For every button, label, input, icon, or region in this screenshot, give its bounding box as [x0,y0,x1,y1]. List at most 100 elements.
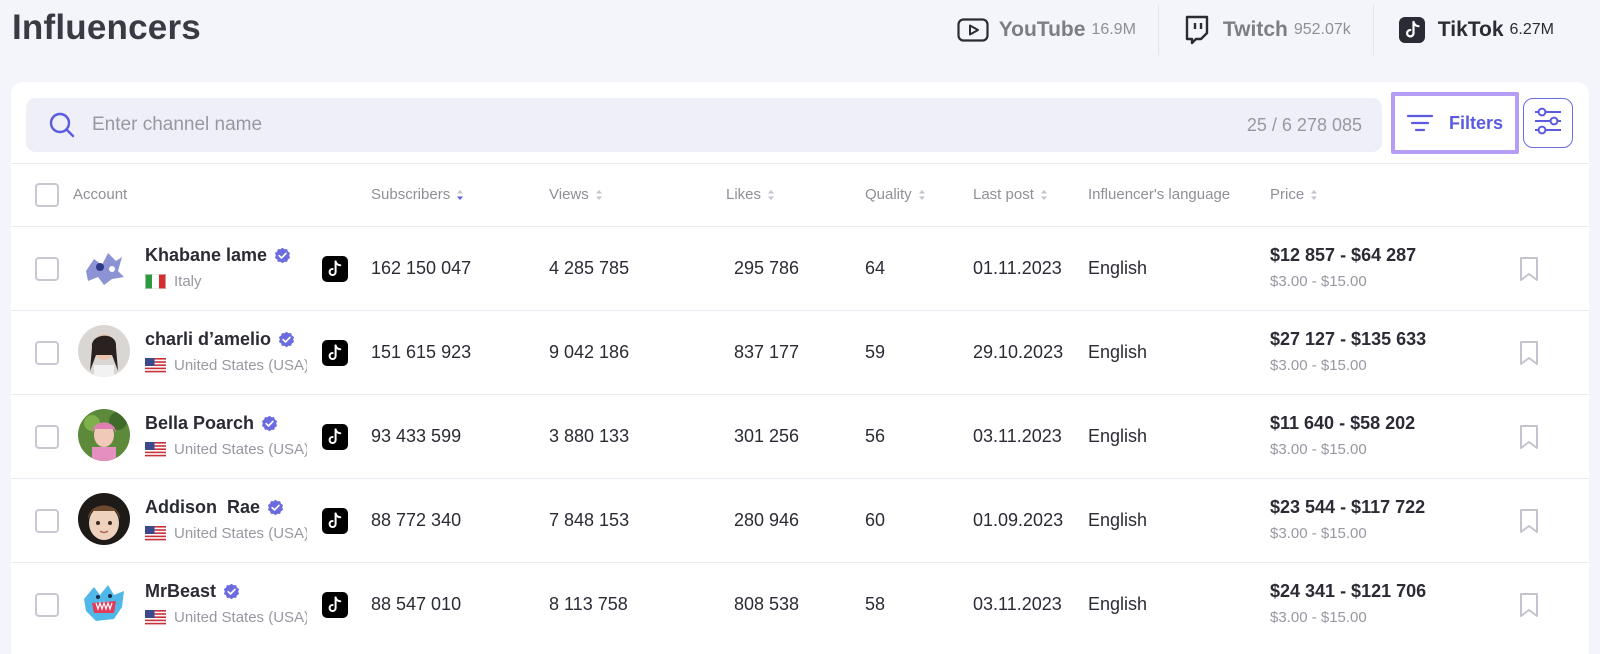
tiktok-icon [322,592,348,618]
sort-icon [595,189,602,200]
account-name[interactable]: Bella Poarch [145,413,278,434]
platform-youtube[interactable]: YouTube 16.9M [935,5,1158,55]
verified-badge-icon [267,499,284,516]
row-checkbox[interactable] [35,593,59,617]
country-text: United States (USA) [174,525,307,542]
views-value: 9 042 186 [549,342,630,362]
table-row[interactable]: Bella Poarch United States (USA) 93 433 … [11,394,1589,478]
search-icon [48,111,76,139]
sliders-icon [1533,107,1563,140]
row-checkbox[interactable] [35,341,59,365]
price-range: $12 857 - $64 287 [1270,245,1417,265]
country-text: Italy [174,273,202,290]
account-name[interactable]: Addison Rae [145,497,284,518]
account-name[interactable]: charli d’amelio [145,329,295,350]
country-text: United States (USA) [174,357,307,374]
price-range: $11 640 - $58 202 [1270,413,1416,433]
usa-flag-icon [145,442,166,457]
price-per-post: $3.00 - $15.00 [1270,273,1367,290]
last-post-value: 03.11.2023 [973,594,1062,614]
account-country: United States (USA) [145,441,307,458]
price-per-post: $3.00 - $15.00 [1270,357,1367,374]
bookmark-icon[interactable] [1518,256,1540,282]
tiktok-icon [322,340,348,366]
column-settings-button[interactable] [1523,98,1573,148]
account-name-text: Khabane lame [145,245,268,265]
row-checkbox[interactable] [35,257,59,281]
account-name-text: Bella Poarch [145,413,255,433]
country-text: United States (USA) [174,441,307,458]
select-all-checkbox[interactable] [35,183,59,207]
table-row[interactable]: Khabane lame Italy 162 150 047 4 285 785… [11,226,1589,310]
filters-label: Filters [1448,112,1504,133]
platform-name: YouTube [998,18,1086,41]
likes-value: 295 786 [734,258,800,278]
account-name-text: charli d’amelio [145,329,272,349]
avatar [78,577,130,629]
page-title: Influencers [12,8,201,47]
youtube-icon [957,14,989,46]
column-header-language: Influencer's language [1088,186,1231,203]
table-row[interactable]: Addison Rae United States (USA) 88 772 3… [11,478,1589,562]
last-post-value: 29.10.2023 [973,342,1064,362]
platform-count: 16.9M [1091,21,1136,38]
price-per-post: $3.00 - $15.00 [1270,525,1367,542]
row-checkbox[interactable] [35,425,59,449]
bookmark-icon[interactable] [1518,424,1540,450]
filters-button[interactable]: Filters [1391,92,1519,154]
views-value: 7 848 153 [549,510,630,530]
sort-icon [1040,189,1047,200]
language-value: English [1088,426,1148,446]
language-value: English [1088,594,1148,614]
account-name[interactable]: Khabane lame [145,245,291,266]
last-post-value: 03.11.2023 [973,426,1062,446]
column-header-views[interactable]: Views [549,186,603,203]
verified-badge-icon [223,583,240,600]
column-header-subscribers[interactable]: Subscribers [371,186,464,203]
table-row[interactable]: MrBeast United States (USA) 88 547 010 8… [11,562,1589,646]
search-input[interactable] [92,98,1172,152]
country-text: United States (USA) [174,609,307,626]
price-range: $27 127 - $135 633 [1270,329,1427,349]
search-bar: 25 / 6 278 085 [26,98,1382,152]
table-row[interactable]: charli d’amelio United States (USA) 151 … [11,310,1589,394]
last-post-value: 01.11.2023 [973,258,1062,278]
sort-icon [768,189,775,200]
sort-desc-icon [457,189,464,200]
platform-twitch[interactable]: Twitch 952.07k [1157,5,1373,55]
column-header-account: Account [73,186,128,203]
account-country: United States (USA) [145,357,307,374]
results-count: 25 / 6 278 085 [1246,115,1362,135]
quality-value: 58 [865,594,886,614]
subscribers-value: 88 547 010 [371,594,462,614]
account-name-text: MrBeast [145,581,217,601]
price-range: $23 544 - $117 722 [1270,497,1426,517]
account-name[interactable]: MrBeast [145,581,240,602]
bookmark-icon[interactable] [1518,508,1540,534]
views-value: 8 113 758 [549,594,628,614]
avatar [78,325,130,377]
subscribers-value: 151 615 923 [371,342,472,362]
language-value: English [1088,342,1148,362]
bookmark-icon[interactable] [1518,340,1540,366]
bookmark-icon[interactable] [1518,592,1540,618]
column-header-last-post[interactable]: Last post [973,186,1048,203]
row-checkbox[interactable] [35,509,59,533]
column-header-label: Likes [726,186,762,203]
tiktok-icon [322,424,348,450]
column-header-quality[interactable]: Quality [865,186,926,203]
avatar [78,409,130,461]
sort-icon [918,189,925,200]
likes-value: 808 538 [734,594,800,614]
column-header-likes[interactable]: Likes [726,186,775,203]
column-header-label: Subscribers [371,186,451,203]
tiktok-icon [322,256,348,282]
usa-flag-icon [145,358,166,373]
language-value: English [1088,258,1148,278]
column-header-price[interactable]: Price [1270,186,1318,203]
platform-switcher: YouTube 16.9M Twitch 952.07k TikTok 6.27… [935,0,1576,60]
likes-value: 837 177 [734,342,800,362]
platform-tiktok[interactable]: TikTok 6.27M [1372,5,1576,55]
verified-badge-icon [261,415,278,432]
italy-flag-icon [145,274,166,289]
